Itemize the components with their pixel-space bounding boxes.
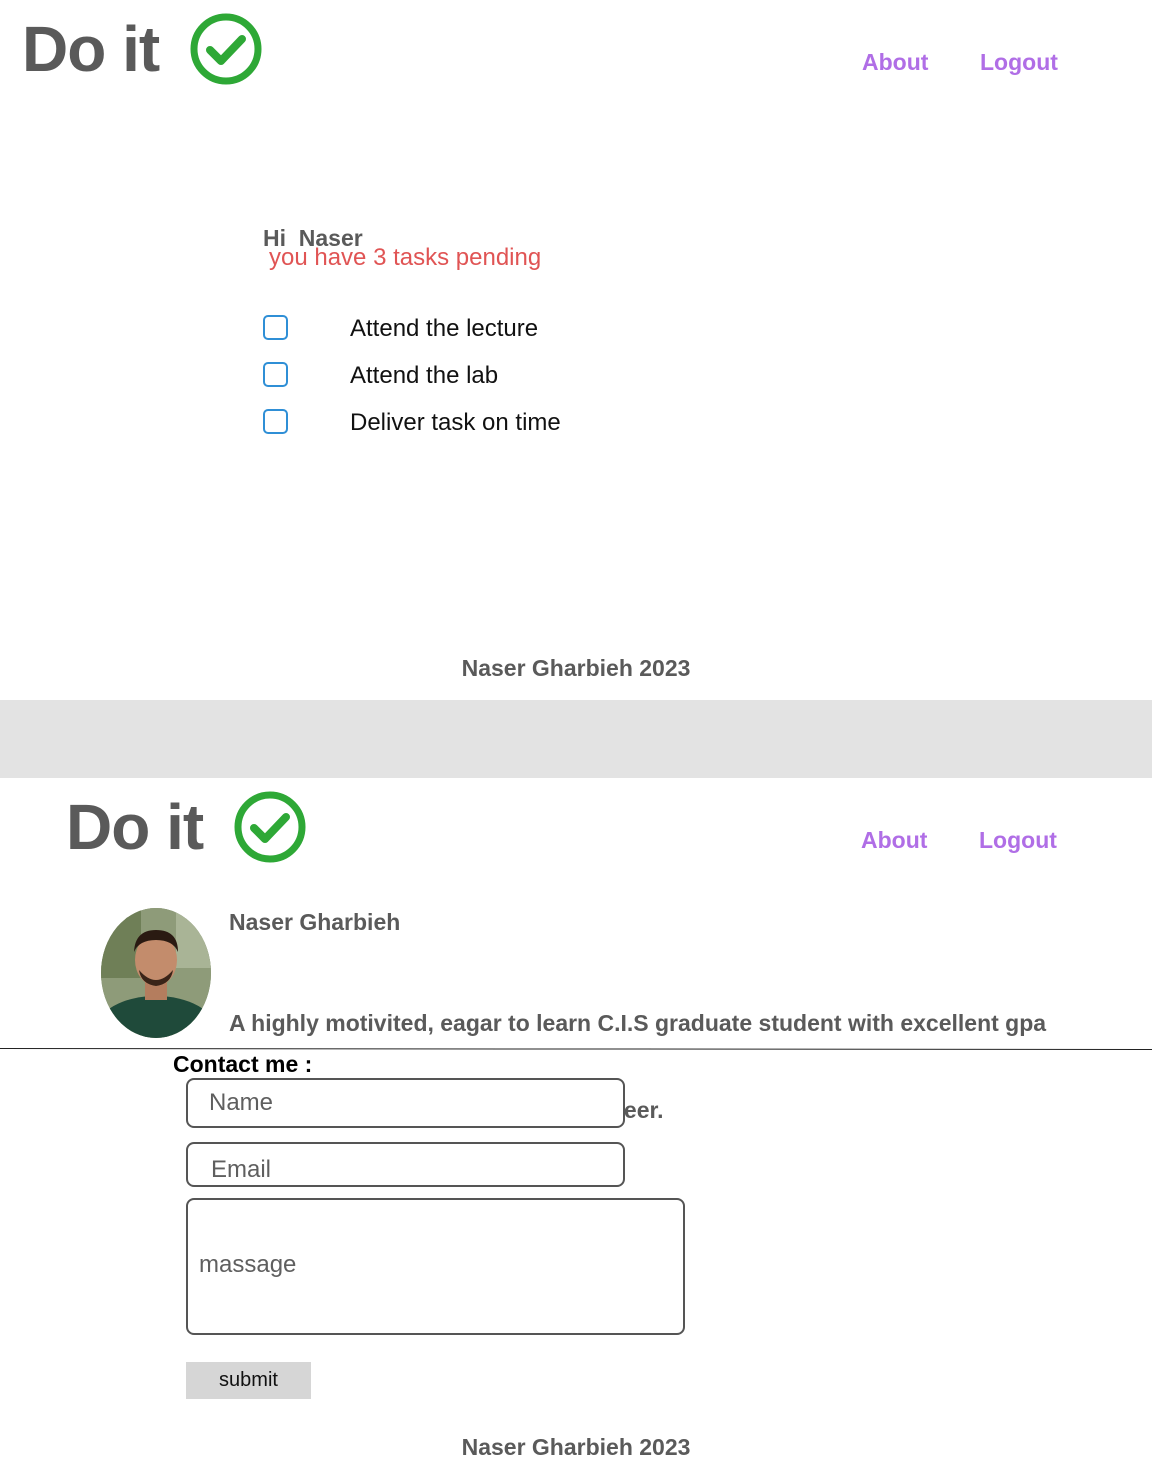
nav-logout-link[interactable]: Logout [979,829,1057,852]
task-label: Attend the lecture [350,315,539,342]
task-checkbox[interactable] [263,315,288,340]
check-circle-icon [190,13,262,85]
task-checkbox[interactable] [263,362,288,387]
screen-1-header: Do it About Logout [0,0,1152,100]
nav-about-link[interactable]: About [862,51,928,74]
screen-separator [0,700,1152,778]
task-label: Deliver task on time [350,409,561,436]
check-circle-icon [234,791,306,863]
avatar [101,908,211,1038]
footer-text: Naser Gharbieh 2023 [461,1434,691,1460]
name-field[interactable] [186,1078,625,1128]
screen-2-header: Do it About Logout [0,780,1152,880]
task-checkbox[interactable] [263,409,288,434]
pending-tasks-message: you have 3 tasks pending [269,244,542,271]
nav-logout-link[interactable]: Logout [980,51,1058,74]
task-item: Attend the lab [263,362,663,388]
submit-button[interactable]: submit [186,1362,311,1399]
contact-heading: Contact me : [173,1051,313,1077]
profile-name: Naser Gharbieh [229,909,401,935]
task-label: Attend the lab [350,362,499,389]
task-item: Deliver task on time [263,409,663,435]
email-field[interactable] [186,1142,625,1187]
logo-text: Do it [66,791,204,863]
profile-bio-line: A highly motivited, eagar to learn C.I.S… [229,1010,1047,1036]
task-item: Attend the lecture [263,315,663,341]
avatar-photo [101,908,211,1038]
footer-text: Naser Gharbieh 2023 [461,655,691,681]
logo-text: Do it [22,13,160,85]
message-field[interactable] [186,1198,685,1335]
nav-about-link[interactable]: About [861,829,927,852]
